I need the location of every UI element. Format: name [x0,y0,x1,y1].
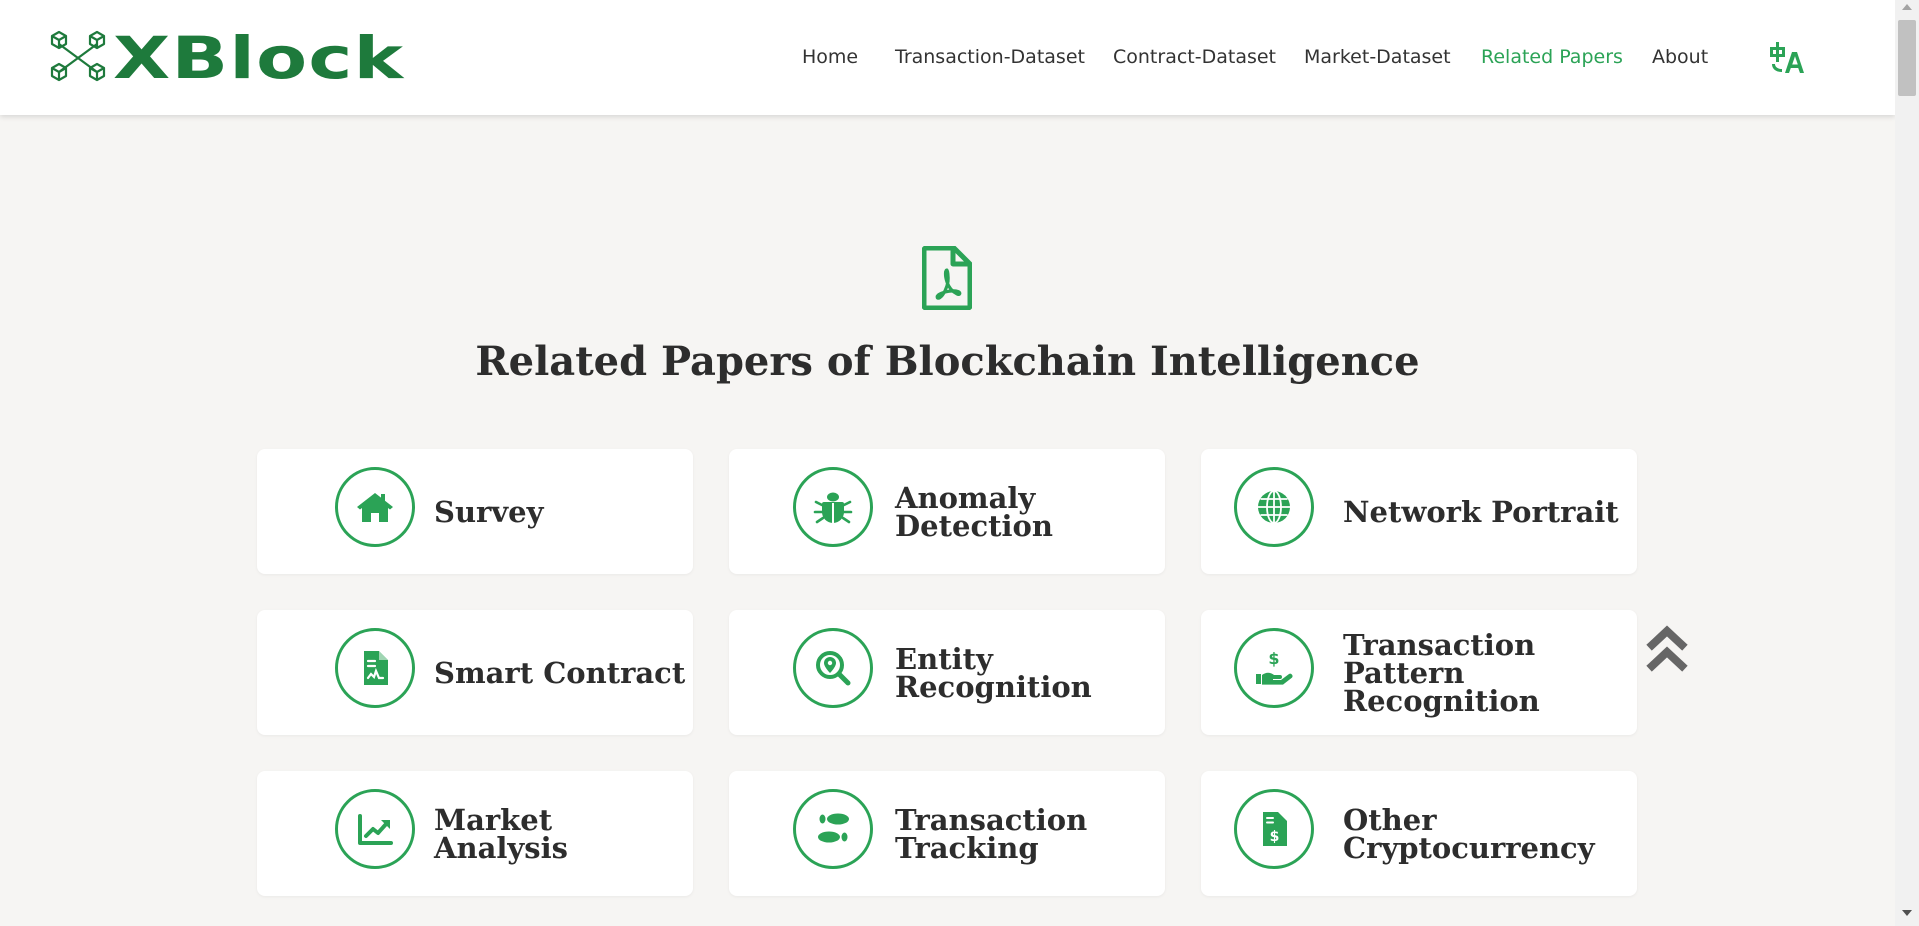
card-label: Smart Contract [434,655,686,690]
scroll-down-arrow-icon[interactable] [1902,910,1912,916]
contract-document-icon [364,651,388,685]
nav-about[interactable]: About [1652,44,1708,70]
card-network-portrait[interactable]: Network Portrait [1201,449,1637,574]
site-header: XBlock Home Transaction-Dataset Contract… [0,0,1895,115]
card-label: Anomaly Detection [895,480,1053,543]
card-icon-circle: $ [1234,628,1314,708]
card-label: Other Cryptocurrency [1343,802,1595,865]
site-logo[interactable]: XBlock [49,29,403,87]
card-icon-circle [335,628,415,708]
card-label: Transaction Pattern Recognition [1343,627,1540,718]
card-anomaly-detection[interactable]: Anomaly Detection [729,449,1165,574]
card-smart-contract[interactable]: Smart Contract [257,610,693,735]
footprints-icon [818,813,849,843]
card-transaction-tracking[interactable]: Transaction Tracking [729,771,1165,896]
card-icon-circle [793,789,873,869]
card-icon-circle [335,789,415,869]
card-transaction-pattern-recognition[interactable]: $ Transaction Pattern Recognition [1201,610,1637,735]
bug-icon [813,492,853,524]
home-icon [357,493,393,522]
card-label: Market Analysis [434,802,568,865]
card-icon-circle: $ [1234,789,1314,869]
nav-related-papers[interactable]: Related Papers [1481,44,1623,70]
card-entity-recognition[interactable]: Entity Recognition [729,610,1165,735]
card-survey[interactable]: Survey [257,449,693,574]
cubes-network-icon [50,30,106,82]
double-chevron-up-icon[interactable] [1646,624,1688,674]
card-icon-circle [335,467,415,547]
pdf-file-icon [922,246,972,310]
card-icon-circle [793,467,873,547]
hand-dollar-icon: $ [1256,649,1293,685]
card-label: Entity Recognition [895,641,1092,704]
card-label: Network Portrait [1343,494,1619,529]
nav-contract-dataset[interactable]: Contract-Dataset [1113,44,1276,70]
card-icon-circle [1234,467,1314,547]
chart-line-icon [358,814,393,845]
card-other-cryptocurrency[interactable]: $ Other Cryptocurrency [1201,771,1637,896]
search-location-icon [816,651,851,686]
page-title: Related Papers of Blockchain Intelligenc… [475,338,1420,385]
scroll-up-arrow-icon[interactable] [1902,4,1912,10]
svg-text:$: $ [1268,649,1279,668]
nav-home[interactable]: Home [802,44,858,70]
globe-icon [1258,490,1290,524]
nav-market-dataset[interactable]: Market-Dataset [1304,44,1451,70]
svg-text:$: $ [1270,829,1280,845]
card-label: Survey [434,494,544,529]
brand-name: XBlock [113,24,405,92]
card-market-analysis[interactable]: Market Analysis [257,771,693,896]
nav-transaction-dataset[interactable]: Transaction-Dataset [895,44,1085,70]
card-icon-circle [793,628,873,708]
translate-icon[interactable] [1768,40,1804,74]
invoice-dollar-icon: $ [1263,812,1287,846]
page-scrollbar[interactable] [1895,0,1919,926]
scroll-thumb[interactable] [1898,20,1916,96]
card-label: Transaction Tracking [895,802,1088,865]
